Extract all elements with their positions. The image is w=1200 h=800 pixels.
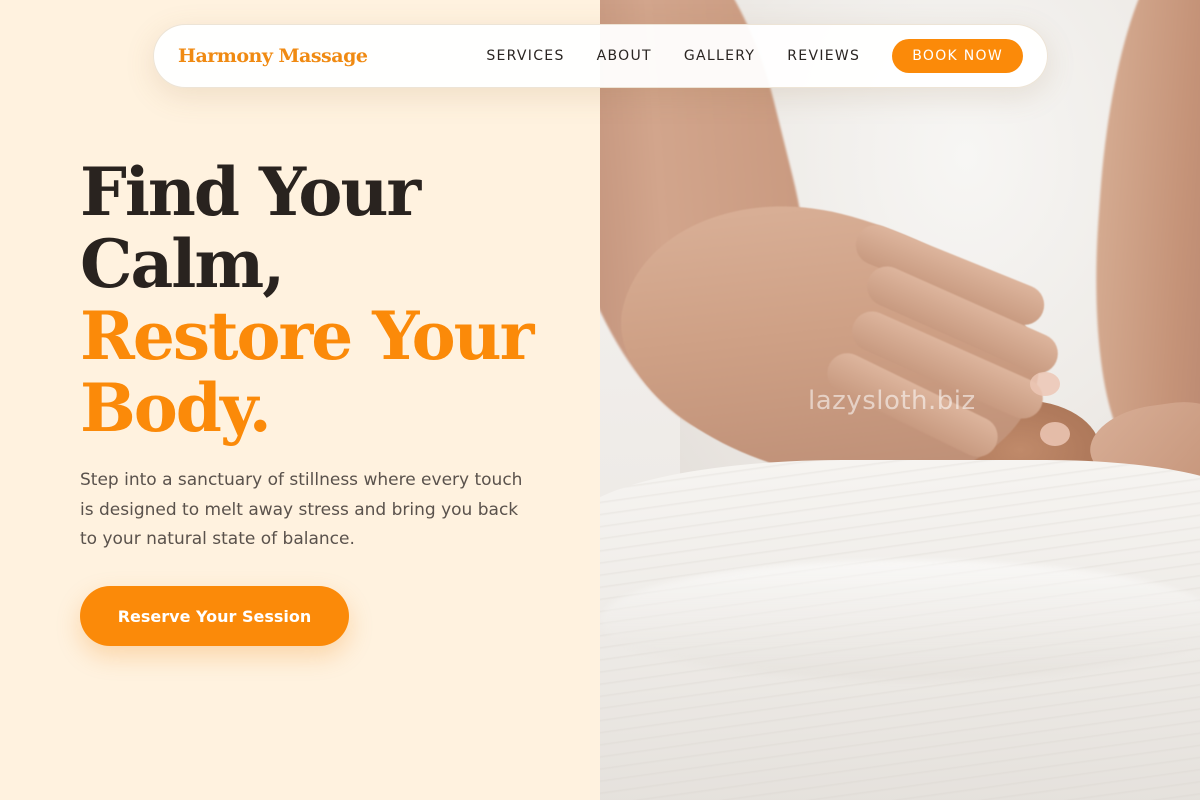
photo-towel-fold (600, 560, 1200, 680)
hero-title-accent-line-1: Restore Your (80, 297, 534, 375)
nav-link-about[interactable]: ABOUT (597, 48, 652, 64)
reserve-session-button[interactable]: Reserve Your Session (80, 586, 349, 646)
book-now-button[interactable]: BOOK NOW (892, 39, 1023, 73)
top-navbar: Harmony Massage SERVICES ABOUT GALLERY R… (153, 24, 1048, 88)
nav-link-reviews[interactable]: REVIEWS (787, 48, 860, 64)
hero-photo: lazysloth.biz (600, 0, 1200, 800)
nav-link-gallery[interactable]: GALLERY (684, 48, 755, 64)
nav-link-services[interactable]: SERVICES (486, 48, 564, 64)
hero-title-line-1: Find Your (80, 153, 421, 231)
photo-fingernail (1040, 422, 1070, 446)
hero-title-accent-line-2: Body. (80, 369, 272, 447)
hero-title-line-2: Calm, (80, 225, 285, 303)
hero-title: Find Your Calm, Restore Your Body. (80, 156, 580, 444)
hero-subtitle: Step into a sanctuary of stillness where… (80, 470, 523, 549)
nav-links: SERVICES ABOUT GALLERY REVIEWS (486, 48, 860, 64)
image-watermark: lazysloth.biz (808, 386, 976, 416)
brand-logo[interactable]: Harmony Massage (178, 45, 368, 67)
photo-fingernail (1030, 372, 1060, 396)
